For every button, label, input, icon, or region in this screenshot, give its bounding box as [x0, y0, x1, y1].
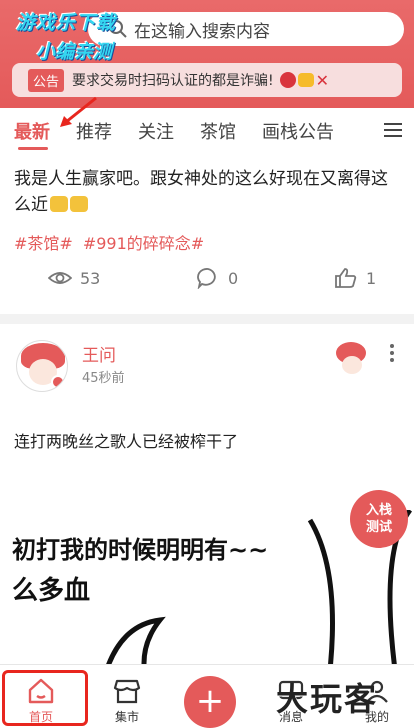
views-stat[interactable]: 53	[48, 267, 100, 289]
search-placeholder: 在这输入搜索内容	[134, 21, 270, 42]
tab-recommend[interactable]: 推荐	[76, 118, 112, 144]
cat-emoji-icon	[70, 196, 88, 212]
meme-caption-line2: 么多血	[12, 576, 91, 606]
nav-market-label: 集市	[114, 710, 139, 724]
tab-announcement[interactable]: 画栈公告	[262, 118, 334, 144]
join-test-line2: 测试	[365, 520, 392, 535]
nav-market[interactable]: 集市	[92, 665, 162, 728]
thumbs-up-icon	[335, 268, 357, 288]
eye-icon	[48, 272, 72, 284]
comments-count: 0	[228, 268, 239, 288]
tab-teahouse[interactable]: 茶馆	[200, 118, 236, 144]
announcement-bar[interactable]: 公告 要求交易时扫码认证的都是诈骗! ✕	[12, 63, 402, 97]
post-text: 连打两晚丝之歌人已经被榨干了	[14, 432, 239, 451]
post-time: 45秒前	[82, 371, 125, 386]
app-root: 在这输入搜索内容 游戏乐下载 小编亲测 公告 要求交易时扫码认证的都是诈骗! ✕…	[0, 0, 414, 728]
nav-home[interactable]: 首页	[6, 665, 76, 728]
search-icon	[109, 20, 127, 38]
avatar[interactable]	[16, 340, 68, 392]
join-test-button[interactable]: 入栈 测试	[350, 490, 408, 548]
cross-mark-icon: ✕	[315, 70, 330, 90]
angry-face-icon	[279, 72, 296, 88]
join-test-line1: 入栈	[365, 503, 392, 518]
avatar-decoration	[328, 340, 374, 380]
announcement-emojis: ✕	[279, 70, 330, 90]
brand-watermark: 大玩客	[276, 680, 379, 718]
tab-follow[interactable]: 关注	[138, 118, 174, 144]
cat-emoji-icon	[50, 196, 68, 212]
meme-drawing	[106, 616, 166, 664]
menu-icon[interactable]	[384, 123, 402, 137]
create-post-button[interactable]: +	[184, 676, 236, 728]
post-image[interactable]: 初打我的时候明明有~~ 么多血	[0, 510, 414, 664]
post-text: 我是人生赢家吧。跟女神处的这么好现在又离得这么近	[14, 166, 404, 218]
fist-icon	[297, 73, 314, 87]
tab-latest[interactable]: 最新	[14, 118, 50, 150]
home-icon	[28, 678, 54, 704]
tag-link[interactable]: #茶馆#	[14, 230, 73, 254]
nav-home-label: 首页	[28, 710, 53, 724]
meme-caption-line1: 初打我的时候明明有~~	[12, 536, 269, 564]
post-username[interactable]: 王问	[82, 341, 116, 366]
post-card[interactable]: 我是人生赢家吧。跟女神处的这么好现在又离得这么近 #茶馆# #991的碎碎念# …	[0, 154, 414, 314]
header: 在这输入搜索内容 游戏乐下载 小编亲测 公告 要求交易时扫码认证的都是诈骗! ✕	[0, 0, 414, 108]
comments-stat[interactable]: 0	[196, 267, 238, 289]
search-bar[interactable]: 在这输入搜索内容	[88, 12, 404, 46]
likes-count: 1	[366, 268, 377, 288]
comment-icon	[197, 268, 216, 289]
announcement-tag: 公告	[28, 68, 65, 92]
shop-icon	[113, 679, 141, 704]
likes-stat[interactable]: 1	[334, 267, 376, 289]
category-tabs: 最新 推荐 关注 茶馆 画栈公告	[0, 108, 414, 154]
announcement-text: 要求交易时扫码认证的都是诈骗!	[72, 73, 274, 89]
post-card[interactable]: 王问 45秒前 连打两晚丝之歌人已经被榨干了 初打我的时候明明有~~ 么多血	[0, 324, 414, 664]
views-count: 53	[80, 268, 101, 288]
tag-link[interactable]: #991的碎碎念#	[83, 230, 204, 254]
more-options-icon[interactable]	[390, 344, 394, 362]
post-tags: #茶馆# #991的碎碎念#	[14, 230, 204, 254]
